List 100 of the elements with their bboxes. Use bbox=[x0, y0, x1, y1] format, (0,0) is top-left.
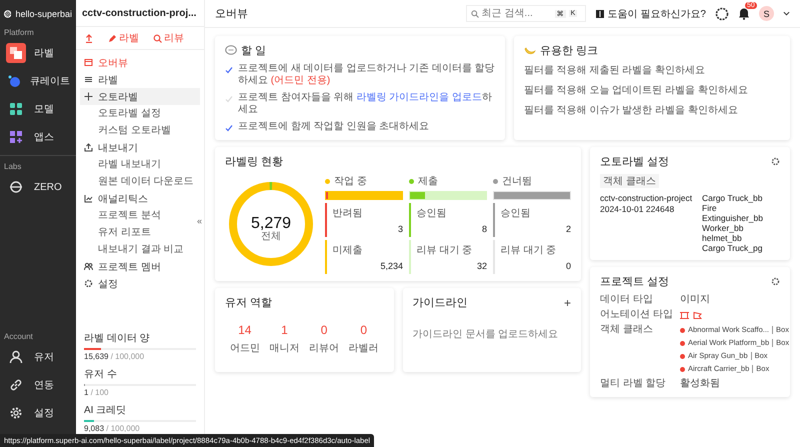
legend-label: 제출 bbox=[418, 175, 438, 188]
legend-label: 작업 중 bbox=[334, 175, 367, 188]
review-button[interactable]: 리뷰 bbox=[153, 31, 184, 45]
add-button[interactable]: + bbox=[564, 296, 571, 310]
role-label: 매니저 bbox=[269, 342, 300, 355]
nav-subitem[interactable]: 라벨 내보내기 bbox=[98, 156, 161, 173]
nav-subitem[interactable]: 오토라벨 설정 bbox=[98, 105, 161, 122]
section-title: Account bbox=[3, 332, 34, 341]
sidebar-item[interactable]: 큐레이트 bbox=[0, 69, 76, 93]
upload-icon bbox=[84, 33, 94, 43]
usage-label: 라벨 데이터 양 bbox=[84, 333, 150, 344]
autolabel-project: cctv-construction-project 2024-10-01 224648 bbox=[600, 193, 694, 216]
nav-item[interactable]: 오버뷰 bbox=[80, 54, 200, 71]
stat-value: 2 bbox=[566, 224, 571, 234]
role-count: 0 bbox=[320, 323, 328, 337]
polygon-icon bbox=[693, 310, 702, 320]
stat-label: 리뷰 대기 중 bbox=[500, 244, 558, 257]
setting-label: 어노테이션 타입 bbox=[600, 309, 674, 321]
banana-icon bbox=[524, 45, 536, 56]
project-selector[interactable]: cctv-construction-proj... bbox=[76, 0, 204, 27]
useful-link[interactable]: 필터를 적용해 오늘 업데이트된 라벨을 확인하세요 bbox=[524, 83, 780, 98]
nav-subitem[interactable]: 내보내기 결과 비교 bbox=[98, 241, 184, 258]
model-icon bbox=[9, 102, 23, 116]
settings-icon[interactable] bbox=[771, 157, 780, 166]
sidebar-item[interactable]: 앱스 bbox=[0, 125, 76, 149]
stat-value: 0 bbox=[566, 261, 571, 271]
class-name: Cargo Truck_pg bbox=[702, 243, 764, 253]
label-button[interactable]: 라벨 bbox=[108, 31, 139, 45]
sidebar-item[interactable]: 유저 bbox=[0, 345, 76, 369]
workspace-name[interactable]: hello-superbai bbox=[15, 9, 72, 19]
legend-label: 건너뜀 bbox=[502, 175, 532, 188]
sidebar-item[interactable]: 라벨 bbox=[0, 41, 76, 65]
curate-icon bbox=[7, 74, 21, 88]
role-count: 1 bbox=[281, 323, 288, 337]
settings-icon[interactable] bbox=[771, 277, 780, 286]
nav-item[interactable]: 애널리틱스 bbox=[80, 190, 200, 207]
stat-label: 승인됨 bbox=[500, 207, 532, 220]
overview-icon bbox=[84, 58, 93, 67]
sidebar-item[interactable]: 설정 bbox=[0, 401, 76, 425]
usage-label: 유저 수 bbox=[84, 369, 117, 380]
nav-subitem[interactable]: 프로젝트 분석 bbox=[98, 207, 161, 224]
usage-label: AI 크레딧 bbox=[84, 405, 126, 416]
card-title: 유저 역할 bbox=[225, 296, 272, 310]
useful-link[interactable]: 필터를 적용해 이슈가 발생한 라벨을 확인하세요 bbox=[524, 103, 780, 118]
nav-item[interactable]: 내보내기 bbox=[80, 139, 200, 156]
role-label: 리뷰어 bbox=[309, 342, 340, 355]
sidebar-item[interactable]: 연동 bbox=[0, 373, 76, 397]
sidebar-item[interactable]: ZERO bbox=[0, 175, 76, 199]
class-name: Fire bbox=[702, 203, 718, 213]
setting-value: 활성화됨 bbox=[680, 378, 721, 390]
review-icon bbox=[153, 34, 162, 42]
loading-spinner-icon bbox=[715, 6, 729, 20]
useful-link[interactable]: 필터를 적용해 제출된 라벨을 확인하세요 bbox=[524, 63, 780, 78]
chevron-down-icon[interactable] bbox=[783, 10, 790, 17]
guideline-link[interactable]: 라벨링 가이드라인을 업로드 bbox=[356, 92, 482, 103]
nav-item[interactable]: 오토라벨 bbox=[80, 88, 200, 105]
stat-label: 반려됨 bbox=[332, 207, 364, 220]
stat-value: 5,234 bbox=[380, 261, 403, 271]
todo-text: 프로젝트에 새 데이터를 업로드하거나 기존 데이터를 할당하세요 (어드민 전용) bbox=[238, 63, 495, 87]
card-title: 유용한 링크 bbox=[540, 44, 598, 58]
collapse-button[interactable]: « bbox=[196, 216, 202, 226]
help-link[interactable]: 도움이 필요하신가요? bbox=[594, 6, 706, 20]
total-label: 전체 bbox=[261, 231, 281, 242]
avatar[interactable]: S bbox=[759, 6, 774, 21]
pencil-icon bbox=[108, 34, 117, 42]
list-icon bbox=[84, 75, 93, 84]
setting-label: 객체 클래스 bbox=[600, 324, 654, 336]
stat-value: 8 bbox=[482, 224, 487, 234]
card-title: 오토라벨 설정 bbox=[600, 155, 670, 169]
usage-limit: / 100,000 bbox=[106, 424, 140, 433]
bell-icon[interactable] bbox=[738, 7, 750, 20]
column-tag: 객체 클래스 bbox=[600, 174, 659, 188]
class-name: helmet_bb bbox=[702, 233, 743, 243]
empty-message: 가이드라인 문서를 업로드하세요 bbox=[412, 328, 560, 342]
card-title: 라벨링 현황 bbox=[225, 155, 284, 169]
usage-limit: / 100,000 bbox=[110, 352, 144, 361]
role-count: 14 bbox=[238, 323, 252, 337]
role-label: 라벨러 bbox=[348, 342, 379, 355]
label-icon bbox=[9, 46, 23, 60]
export-icon bbox=[84, 143, 93, 152]
card-title: 프로젝트 설정 bbox=[600, 275, 670, 289]
bounding-box-icon bbox=[680, 310, 689, 320]
todo-text: 프로젝트에 함께 작업할 인원을 초대하세요 bbox=[238, 121, 430, 133]
nav-item[interactable]: 프로젝트 멤버 bbox=[80, 258, 200, 275]
nav-subitem[interactable]: 원본 데이터 다운로드 bbox=[98, 173, 194, 190]
search-icon bbox=[470, 10, 479, 18]
speech-bubble-icon bbox=[225, 45, 237, 56]
nav-subitem[interactable]: 커스텀 오토라벨 bbox=[98, 122, 171, 139]
zero-icon bbox=[9, 180, 23, 194]
usage-value: 9,083 bbox=[84, 424, 104, 433]
nav-item[interactable]: 라벨 bbox=[80, 71, 200, 88]
book-icon bbox=[594, 8, 605, 18]
settings-icon bbox=[9, 406, 23, 420]
user-icon bbox=[9, 350, 23, 364]
total-count: 5,279 bbox=[250, 215, 292, 232]
nav-item[interactable]: 설정 bbox=[80, 275, 200, 292]
nav-subitem[interactable]: 유저 리포트 bbox=[98, 224, 151, 241]
sidebar-item[interactable]: 모델 bbox=[0, 97, 76, 121]
stat-value: 32 bbox=[476, 261, 487, 271]
card-title: 가이드라인 bbox=[412, 296, 468, 310]
